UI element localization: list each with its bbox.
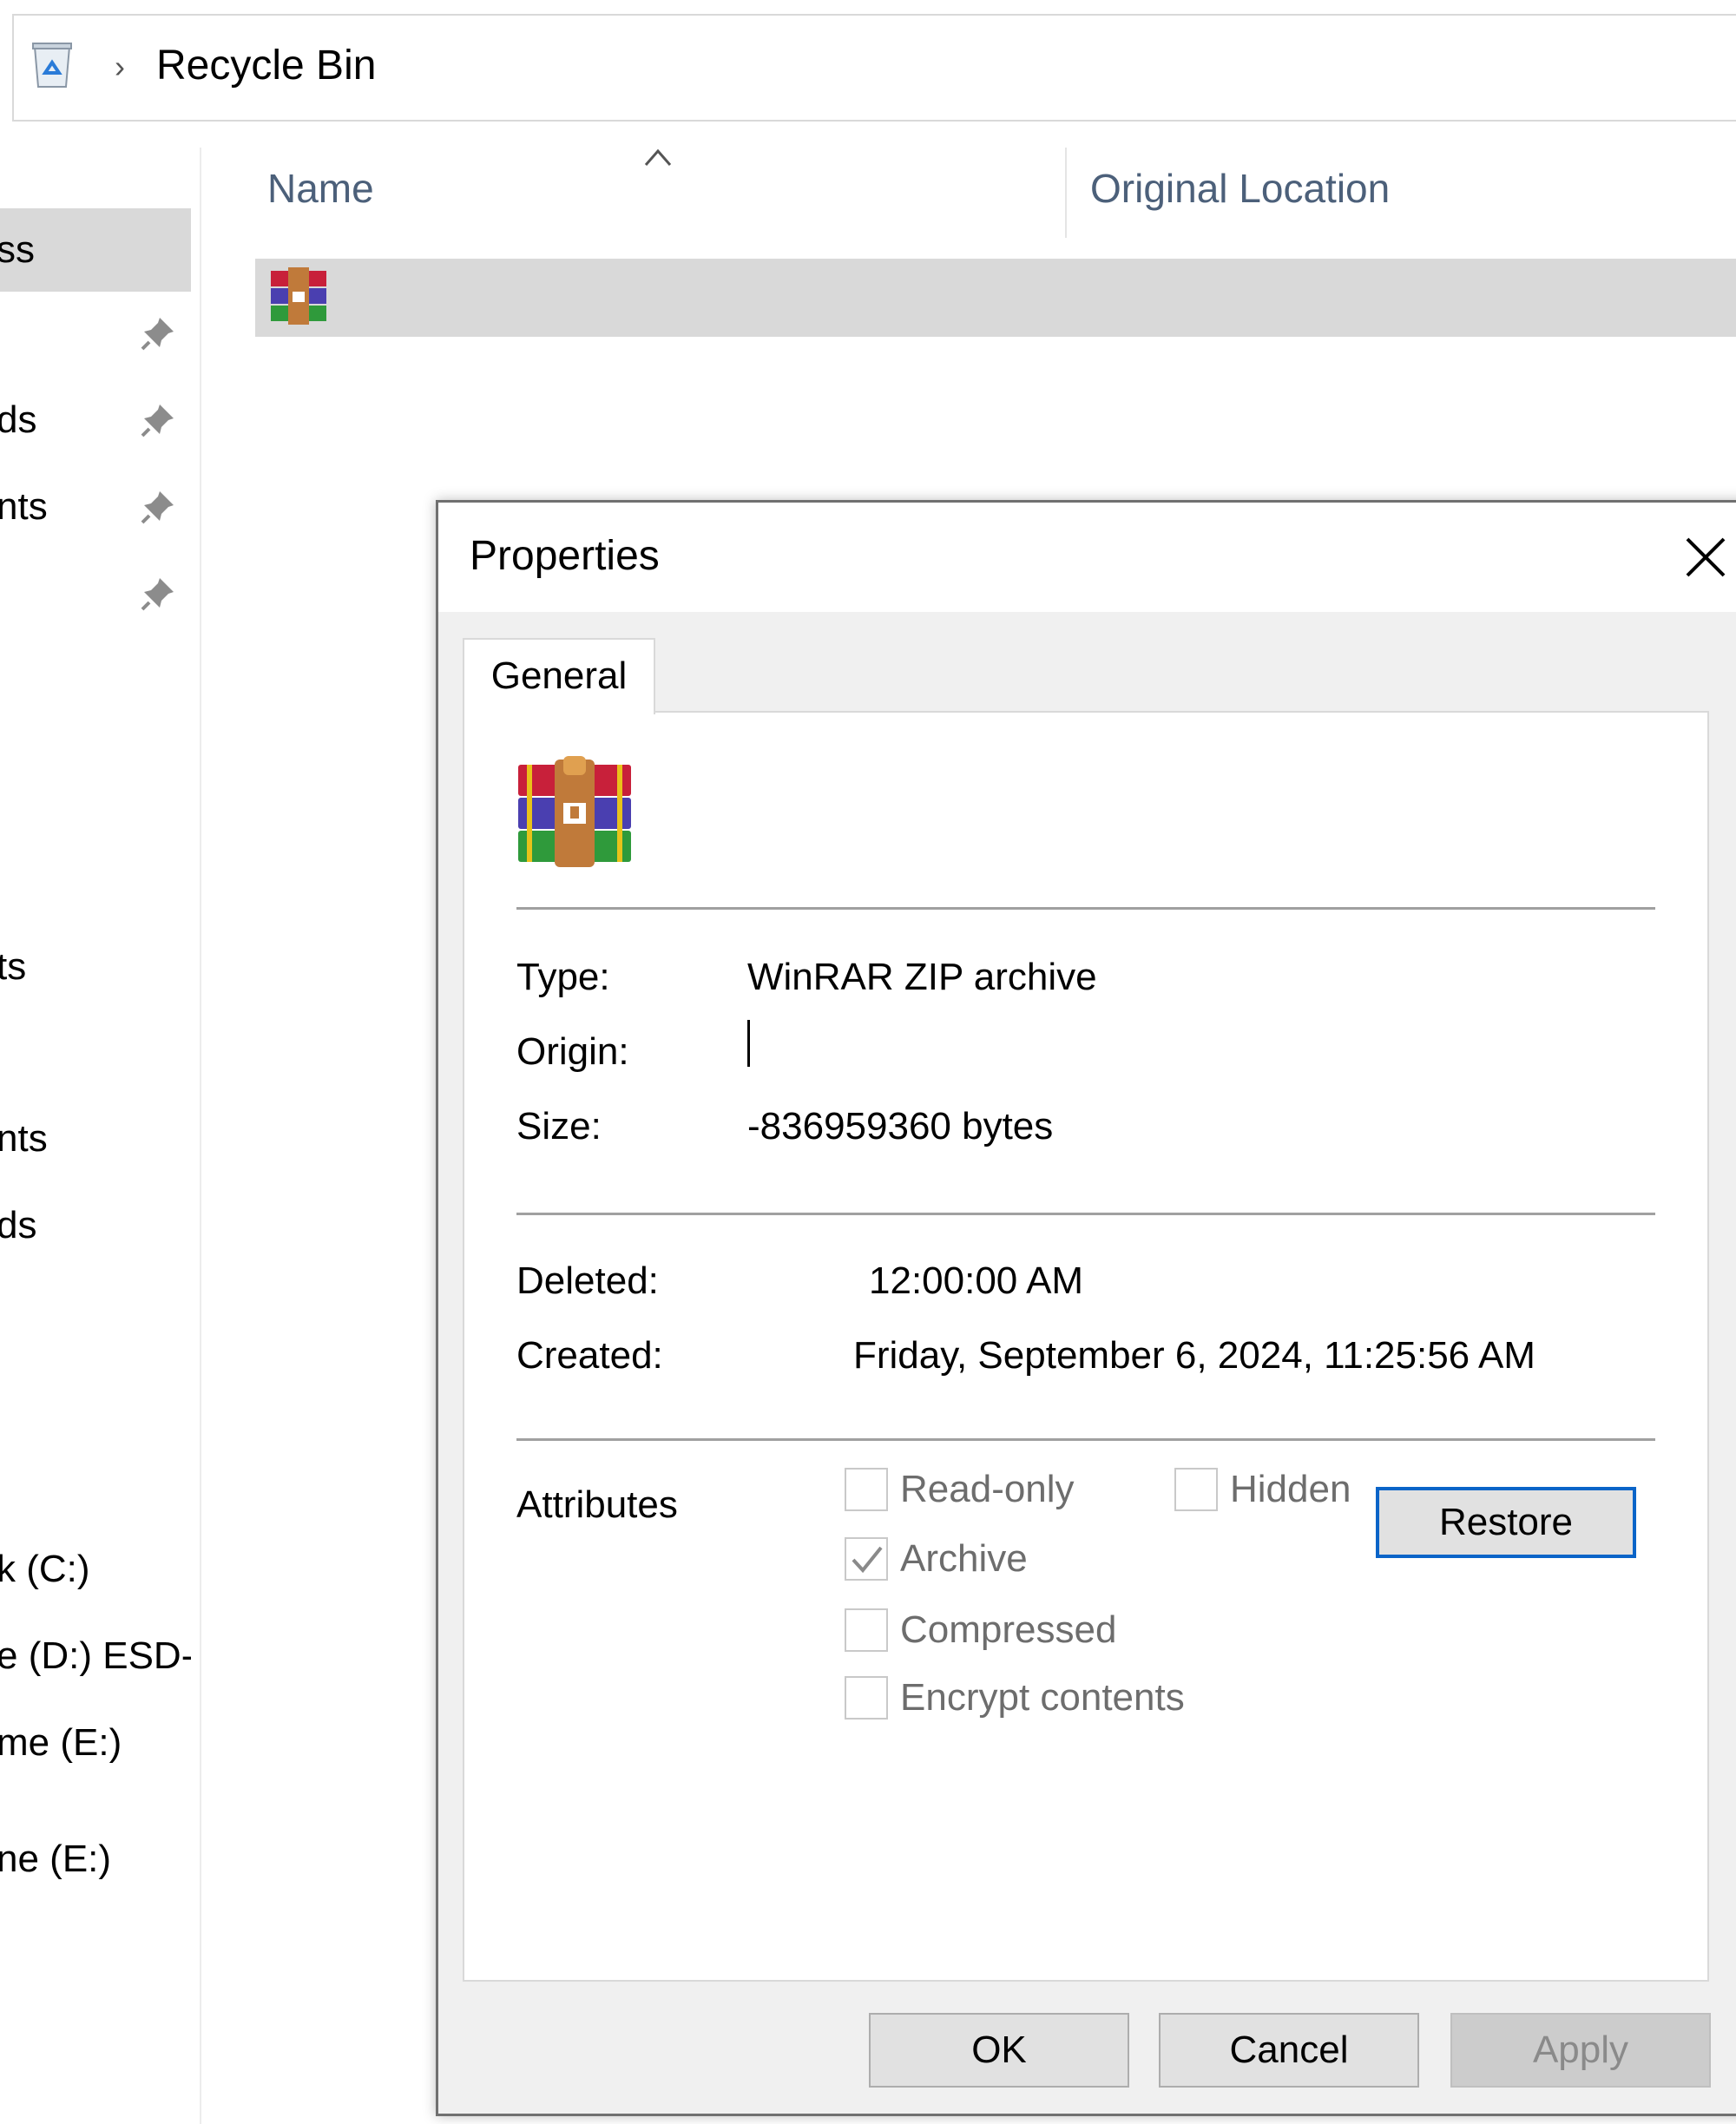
navigation-pane-divider[interactable]	[200, 148, 201, 2124]
read-only-label: Read-only	[900, 1468, 1075, 1510]
nav-item-quick-access[interactable]: ss	[0, 208, 191, 292]
nav-item-ts[interactable]: ts	[0, 925, 191, 1009]
breadcrumb-chevron-icon[interactable]: ›	[115, 49, 125, 85]
winrar-archive-icon	[271, 267, 326, 325]
general-tab-panel: Type: WinRAR ZIP archive Origin: Size: -…	[463, 711, 1709, 1982]
separator	[516, 1213, 1655, 1215]
type-value: WinRAR ZIP archive	[747, 956, 1097, 998]
nav-item-documents[interactable]: nts	[0, 465, 191, 549]
hidden-checkbox[interactable]: Hidden	[1174, 1468, 1351, 1511]
nav-item-drive-e-2[interactable]: ne (E:)	[0, 1818, 191, 1901]
compressed-checkbox[interactable]: Compressed	[845, 1608, 1116, 1652]
nav-item-label: ss	[0, 228, 35, 271]
winrar-archive-icon	[518, 756, 631, 867]
address-bar[interactable]: › Recycle Bin	[12, 14, 1736, 122]
pin-icon[interactable]	[139, 401, 177, 439]
size-label: Size:	[516, 1105, 602, 1147]
type-label: Type:	[516, 956, 610, 998]
pin-icon[interactable]	[139, 488, 177, 526]
tab-general[interactable]: General	[463, 638, 655, 714]
separator	[516, 1438, 1655, 1441]
apply-button[interactable]: Apply	[1450, 2013, 1711, 2088]
nav-item-label: ds	[0, 1204, 37, 1246]
separator	[516, 907, 1655, 910]
archive-label: Archive	[900, 1537, 1028, 1580]
size-value: -836959360 bytes	[747, 1105, 1054, 1147]
nav-item-label: e (D:) ESD-	[0, 1634, 191, 1677]
checkbox-box[interactable]	[845, 1537, 888, 1581]
nav-item-drive-d[interactable]: e (D:) ESD-	[0, 1614, 191, 1698]
encrypt-contents-checkbox[interactable]: Encrypt contents	[845, 1676, 1185, 1720]
nav-item-ds[interactable]: ds	[0, 1184, 191, 1267]
close-icon	[1686, 537, 1726, 577]
nav-item-drive-c[interactable]: k (C:)	[0, 1528, 191, 1611]
origin-label: Origin:	[516, 1030, 629, 1073]
archive-checkbox[interactable]: Archive	[845, 1537, 1028, 1581]
created-label: Created:	[516, 1334, 663, 1377]
nav-item-nts[interactable]: nts	[0, 1097, 191, 1180]
attributes-label: Attributes	[516, 1483, 678, 1526]
recycle-bin-icon	[32, 43, 72, 88]
deleted-label: Deleted:	[516, 1259, 659, 1302]
created-value: Friday, September 6, 2024, 11:25:56 AM	[853, 1334, 1535, 1377]
nav-item-pinned-1[interactable]	[0, 292, 191, 375]
nav-item-label: ts	[0, 945, 27, 988]
dialog-title: Properties	[470, 533, 660, 579]
checkmark-icon	[852, 1546, 883, 1574]
encrypt-contents-label: Encrypt contents	[900, 1676, 1185, 1719]
ok-button[interactable]: OK	[869, 2013, 1129, 2088]
nav-item-label: k (C:)	[0, 1548, 90, 1590]
nav-item-label: me (E:)	[0, 1721, 122, 1764]
nav-item-pinned-4[interactable]	[0, 552, 191, 635]
deleted-value: 12:00:00 AM	[869, 1259, 1084, 1302]
pin-icon[interactable]	[139, 314, 177, 352]
column-header-name[interactable]: Name	[267, 165, 374, 212]
checkbox-box[interactable]	[845, 1608, 888, 1652]
restore-button[interactable]: Restore	[1376, 1487, 1636, 1558]
nav-item-label: ne (E:)	[0, 1838, 112, 1880]
cancel-button[interactable]: Cancel	[1159, 2013, 1419, 2088]
file-row-selected[interactable]	[255, 259, 1736, 337]
dialog-titlebar[interactable]: Properties	[438, 503, 1736, 612]
compressed-label: Compressed	[900, 1608, 1117, 1651]
column-header-original-location[interactable]: Original Location	[1090, 165, 1390, 212]
hidden-label: Hidden	[1230, 1468, 1351, 1510]
sort-ascending-icon	[644, 148, 672, 166]
nav-item-drive-e[interactable]: me (E:)	[0, 1701, 191, 1785]
nav-item-downloads[interactable]: ds	[0, 378, 191, 462]
pin-icon[interactable]	[139, 575, 177, 613]
checkbox-box[interactable]	[1174, 1468, 1218, 1511]
column-divider[interactable]	[1065, 148, 1067, 238]
read-only-checkbox[interactable]: Read-only	[845, 1468, 1075, 1511]
breadcrumb-recycle-bin[interactable]: Recycle Bin	[156, 42, 376, 89]
text-caret	[747, 1020, 750, 1067]
checkbox-box[interactable]	[845, 1676, 888, 1720]
nav-item-label: nts	[0, 1117, 48, 1160]
close-button[interactable]	[1654, 510, 1736, 605]
checkbox-box[interactable]	[845, 1468, 888, 1511]
properties-dialog: Properties General Type: WinRAR ZIP arch…	[436, 500, 1736, 2116]
